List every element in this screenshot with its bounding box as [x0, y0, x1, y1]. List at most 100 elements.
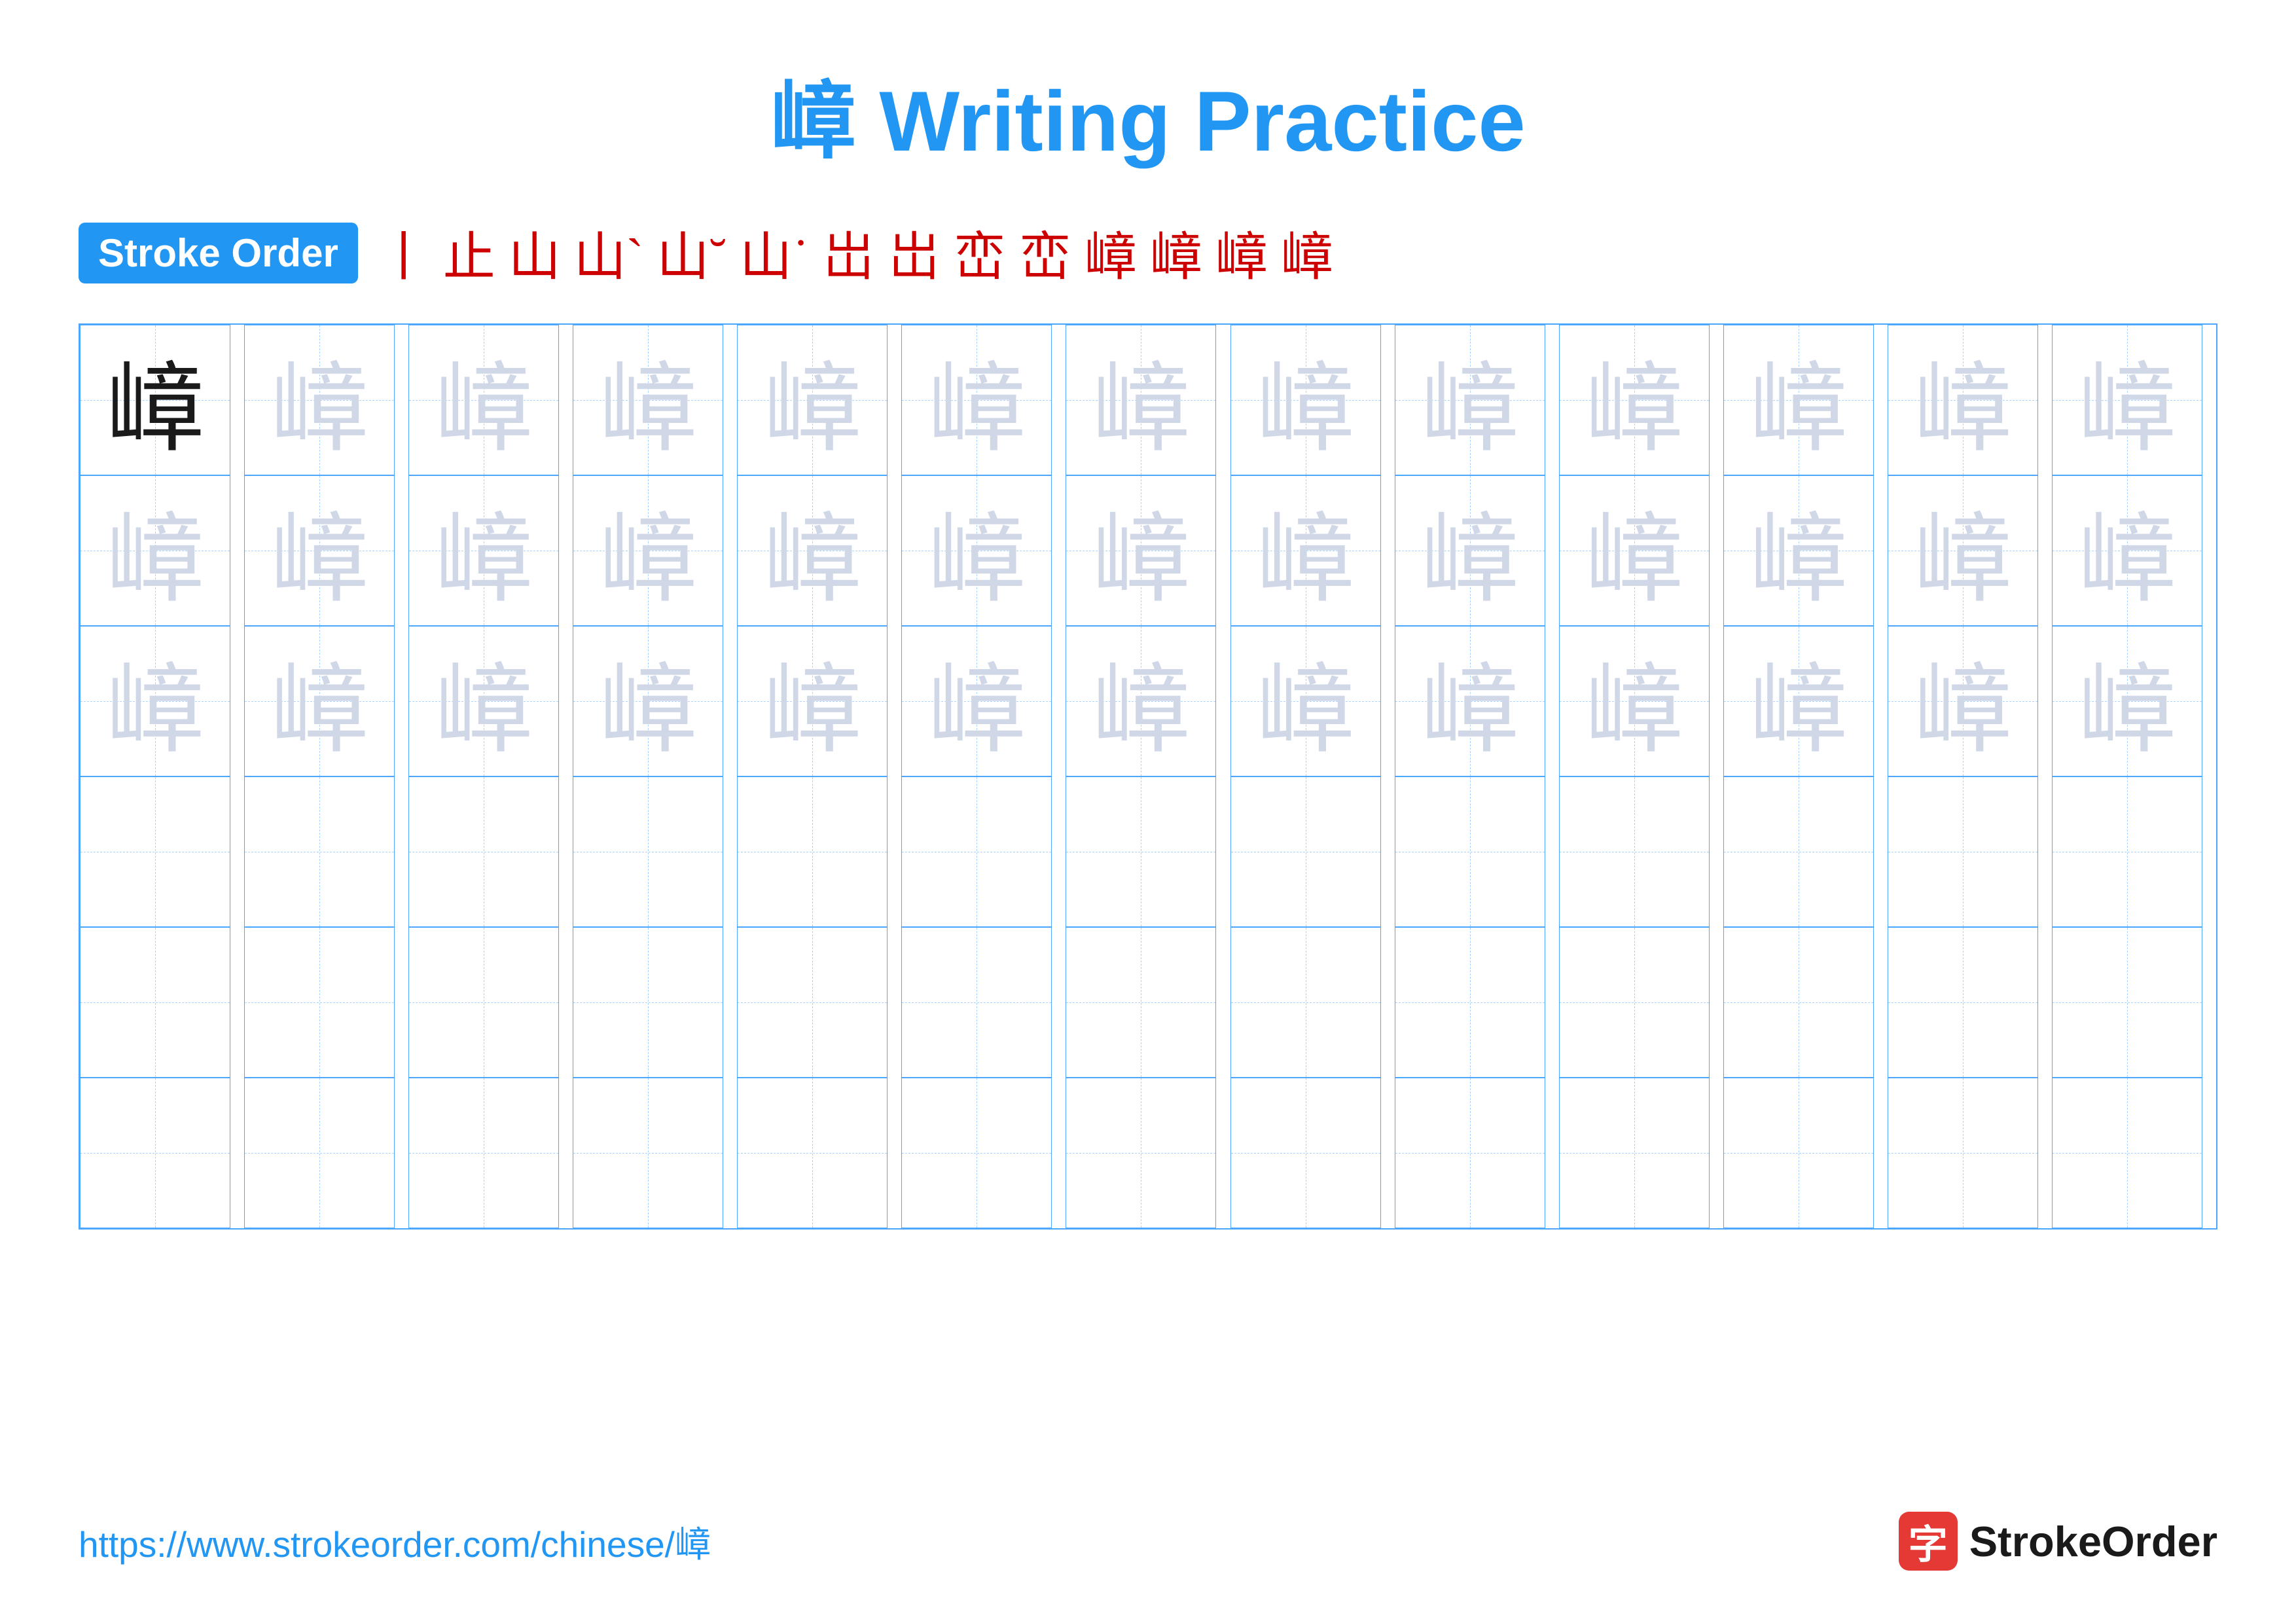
- grid-cell-r4c2[interactable]: [244, 776, 395, 927]
- grid-cell-r6c4[interactable]: [573, 1078, 723, 1228]
- grid-cell-r5c10[interactable]: [1559, 927, 1710, 1078]
- grid-cell-r2c9[interactable]: 嶂: [1395, 475, 1545, 626]
- char-r2c5: 嶂: [763, 480, 861, 622]
- footer-logo: 字 StrokeOrder: [1899, 1512, 2217, 1571]
- char-r2c8: 嶂: [1257, 480, 1355, 622]
- char-r1c3: 嶂: [435, 329, 533, 471]
- grid-cell-r6c1[interactable]: [80, 1078, 230, 1228]
- grid-cell-r2c1[interactable]: 嶂: [80, 475, 230, 626]
- grid-cell-r2c7[interactable]: 嶂: [1066, 475, 1216, 626]
- grid-cell-r1c5[interactable]: 嶂: [737, 325, 888, 475]
- grid-cell-r6c11[interactable]: [1723, 1078, 1874, 1228]
- grid-cell-r2c4[interactable]: 嶂: [573, 475, 723, 626]
- grid-cell-r4c8[interactable]: [1230, 776, 1381, 927]
- logo-icon: 字: [1899, 1512, 1958, 1571]
- grid-cell-r1c13[interactable]: 嶂: [2052, 325, 2202, 475]
- grid-cell-r6c6[interactable]: [901, 1078, 1052, 1228]
- grid-cell-r4c5[interactable]: [737, 776, 888, 927]
- grid-cell-r6c2[interactable]: [244, 1078, 395, 1228]
- grid-cell-r1c12[interactable]: 嶂: [1888, 325, 2038, 475]
- grid-cell-r2c2[interactable]: 嶂: [244, 475, 395, 626]
- grid-cell-r4c7[interactable]: [1066, 776, 1216, 927]
- grid-cell-r1c6[interactable]: 嶂: [901, 325, 1052, 475]
- grid-cell-r3c9[interactable]: 嶂: [1395, 626, 1545, 776]
- grid-cell-r4c10[interactable]: [1559, 776, 1710, 927]
- stroke-6: 山˙: [740, 215, 810, 291]
- grid-cell-r2c11[interactable]: 嶂: [1723, 475, 1874, 626]
- logo-brand-name: StrokeOrder: [1969, 1517, 2217, 1566]
- grid-cell-r4c9[interactable]: [1395, 776, 1545, 927]
- grid-cell-r4c3[interactable]: [408, 776, 559, 927]
- grid-cell-r5c5[interactable]: [737, 927, 888, 1078]
- char-r2c2: 嶂: [270, 480, 368, 622]
- grid-cell-r4c6[interactable]: [901, 776, 1052, 927]
- grid-cell-r3c12[interactable]: 嶂: [1888, 626, 2038, 776]
- grid-cell-r1c1[interactable]: 嶂: [80, 325, 230, 475]
- grid-cell-r2c12[interactable]: 嶂: [1888, 475, 2038, 626]
- char-r1c9: 嶂: [1421, 329, 1519, 471]
- grid-cell-r2c8[interactable]: 嶂: [1230, 475, 1381, 626]
- grid-cell-r2c10[interactable]: 嶂: [1559, 475, 1710, 626]
- grid-cell-r6c12[interactable]: [1888, 1078, 2038, 1228]
- stroke-13: 嶂: [1215, 215, 1268, 291]
- grid-cell-r1c9[interactable]: 嶂: [1395, 325, 1545, 475]
- grid-cell-r5c3[interactable]: [408, 927, 559, 1078]
- stroke-1: 丨: [378, 215, 430, 291]
- grid-cell-r3c4[interactable]: 嶂: [573, 626, 723, 776]
- stroke-order-row: Stroke Order 丨 止 山 山` 山˘ 山˙ 岀 岀 峦 峦 嶂 嶂 …: [79, 215, 2217, 291]
- grid-cell-r1c4[interactable]: 嶂: [573, 325, 723, 475]
- grid-cell-r1c11[interactable]: 嶂: [1723, 325, 1874, 475]
- grid-cell-r4c13[interactable]: [2052, 776, 2202, 927]
- char-r3c1: 嶂: [106, 630, 204, 773]
- grid-cell-r6c10[interactable]: [1559, 1078, 1710, 1228]
- grid-cell-r3c7[interactable]: 嶂: [1066, 626, 1216, 776]
- grid-cell-r6c3[interactable]: [408, 1078, 559, 1228]
- grid-cell-r1c3[interactable]: 嶂: [408, 325, 559, 475]
- grid-cell-r1c2[interactable]: 嶂: [244, 325, 395, 475]
- grid-cell-r5c2[interactable]: [244, 927, 395, 1078]
- grid-cell-r3c3[interactable]: 嶂: [408, 626, 559, 776]
- grid-cell-r5c12[interactable]: [1888, 927, 2038, 1078]
- grid-cell-r6c13[interactable]: [2052, 1078, 2202, 1228]
- grid-cell-r3c8[interactable]: 嶂: [1230, 626, 1381, 776]
- grid-cell-r5c11[interactable]: [1723, 927, 1874, 1078]
- grid-cell-r2c13[interactable]: 嶂: [2052, 475, 2202, 626]
- grid-cell-r3c5[interactable]: 嶂: [737, 626, 888, 776]
- grid-cell-r3c11[interactable]: 嶂: [1723, 626, 1874, 776]
- grid-cell-r3c2[interactable]: 嶂: [244, 626, 395, 776]
- char-r3c12: 嶂: [1914, 630, 2012, 773]
- char-r1c7: 嶂: [1092, 329, 1190, 471]
- grid-cell-r1c10[interactable]: 嶂: [1559, 325, 1710, 475]
- char-r2c6: 嶂: [927, 480, 1026, 622]
- grid-cell-r4c1[interactable]: [80, 776, 230, 927]
- grid-cell-r6c8[interactable]: [1230, 1078, 1381, 1228]
- grid-cell-r4c4[interactable]: [573, 776, 723, 927]
- grid-cell-r3c10[interactable]: 嶂: [1559, 626, 1710, 776]
- grid-cell-r3c13[interactable]: 嶂: [2052, 626, 2202, 776]
- grid-cell-r5c8[interactable]: [1230, 927, 1381, 1078]
- grid-cell-r5c13[interactable]: [2052, 927, 2202, 1078]
- grid-cell-r4c11[interactable]: [1723, 776, 1874, 927]
- char-r2c4: 嶂: [599, 480, 697, 622]
- grid-cell-r5c9[interactable]: [1395, 927, 1545, 1078]
- grid-cell-r1c7[interactable]: 嶂: [1066, 325, 1216, 475]
- grid-cell-r5c4[interactable]: [573, 927, 723, 1078]
- stroke-12: 嶂: [1150, 215, 1202, 291]
- stroke-5: 山˘: [656, 215, 726, 291]
- footer-url[interactable]: https://www.strokeorder.com/chinese/嶂: [79, 1515, 711, 1567]
- grid-cell-r6c5[interactable]: [737, 1078, 888, 1228]
- grid-cell-r2c3[interactable]: 嶂: [408, 475, 559, 626]
- grid-cell-r2c5[interactable]: 嶂: [737, 475, 888, 626]
- char-r3c7: 嶂: [1092, 630, 1190, 773]
- grid-cell-r1c8[interactable]: 嶂: [1230, 325, 1381, 475]
- grid-cell-r5c1[interactable]: [80, 927, 230, 1078]
- char-r3c2: 嶂: [270, 630, 368, 773]
- grid-cell-r6c7[interactable]: [1066, 1078, 1216, 1228]
- grid-cell-r3c1[interactable]: 嶂: [80, 626, 230, 776]
- grid-cell-r3c6[interactable]: 嶂: [901, 626, 1052, 776]
- grid-cell-r5c6[interactable]: [901, 927, 1052, 1078]
- grid-cell-r2c6[interactable]: 嶂: [901, 475, 1052, 626]
- grid-cell-r5c7[interactable]: [1066, 927, 1216, 1078]
- grid-cell-r4c12[interactable]: [1888, 776, 2038, 927]
- grid-cell-r6c9[interactable]: [1395, 1078, 1545, 1228]
